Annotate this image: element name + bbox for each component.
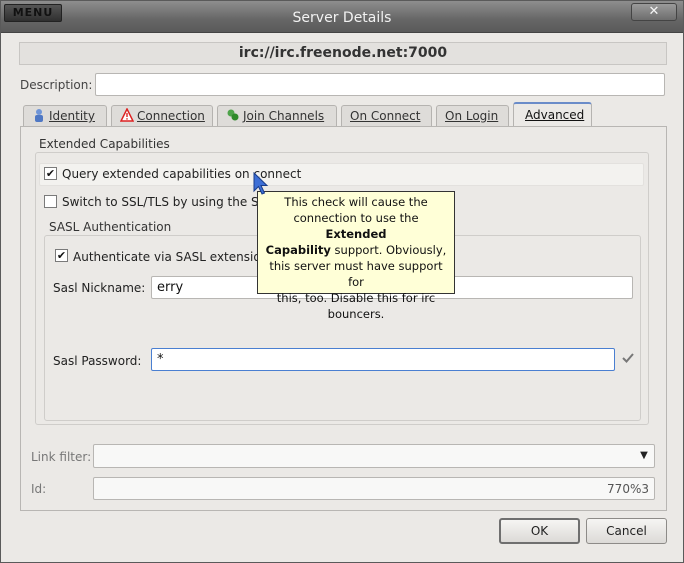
tab-identity[interactable]: Identity (23, 105, 107, 127)
tooltip-line-4: this server must have support for (269, 259, 443, 289)
tooltip-line-6: bouncers. (327, 307, 385, 321)
tab-join-channels[interactable]: Join Channels (217, 105, 337, 127)
description-input[interactable] (95, 73, 665, 96)
id-field: 770%3 (93, 477, 655, 500)
tab-on-login[interactable]: On Login (436, 105, 509, 127)
tab-connection[interactable]: Connection (111, 105, 213, 127)
ok-button[interactable]: OK (499, 518, 580, 544)
server-address-header: irc://irc.freenode.net:7000 (19, 42, 667, 65)
cancel-button[interactable]: Cancel (586, 518, 667, 544)
tooltip-line-1: This check will cause the (284, 195, 428, 209)
tab-connection-label: Connection (137, 109, 205, 123)
query-extended-tooltip: This check will cause the connection to … (257, 191, 455, 321)
join-channels-icon (226, 108, 240, 122)
sasl-password-label: Sasl Password: (53, 354, 142, 368)
tab-on-login-label: On Login (445, 109, 499, 123)
window-title: Server Details (292, 10, 392, 26)
id-label: Id: (31, 482, 47, 496)
tooltip-line-2: connection to use the Extended (262, 210, 450, 242)
ssl-tls-checkbox[interactable] (44, 195, 57, 208)
chevron-down-icon[interactable]: ▼ (634, 445, 654, 467)
link-filter-label: Link filter: (31, 450, 92, 464)
tooltip-line-2-bold: Extended (325, 227, 387, 241)
sasl-auth-label[interactable]: Authenticate via SASL extensio (73, 250, 261, 264)
password-valid-check-icon (621, 351, 635, 365)
sasl-auth-checkbox[interactable]: ✔ (55, 249, 68, 262)
tab-advanced[interactable]: Advanced (513, 102, 592, 128)
sasl-heading: SASL Authentication (49, 220, 172, 234)
tab-join-channels-label: Join Channels (243, 109, 325, 123)
server-details-window: MENU Server Details ✕ irc://irc.freenode… (0, 0, 684, 563)
warning-icon (119, 107, 135, 122)
sasl-nickname-label: Sasl Nickname: (53, 281, 146, 295)
tooltip-line-3-bold: Capability (265, 243, 331, 257)
tab-advanced-label: Advanced (525, 108, 585, 122)
tab-on-connect-label: On Connect (350, 109, 421, 123)
tooltip-line-3-text: support. Obviously, (330, 243, 447, 257)
mouse-pointer-icon (253, 171, 269, 196)
description-label: Description: (20, 78, 93, 92)
tooltip-line-5: this, too. Disable this for irc (276, 291, 436, 305)
tab-identity-label: Identity (49, 109, 95, 123)
tooltip-line-3: Capability support. Obviously, (262, 242, 450, 258)
sasl-password-input[interactable]: * (151, 348, 615, 371)
close-button[interactable]: ✕ (631, 3, 677, 21)
identity-icon (32, 108, 46, 122)
title-bar[interactable]: MENU Server Details ✕ (1, 1, 683, 33)
extended-capabilities-heading: Extended Capabilities (39, 137, 170, 151)
tooltip-line-2-text: connection to use the (293, 211, 419, 225)
query-extended-checkbox[interactable]: ✔ (44, 167, 57, 180)
tab-on-connect[interactable]: On Connect (341, 105, 432, 127)
ssl-tls-label[interactable]: Switch to SSL/TLS by using the S (62, 195, 259, 209)
link-filter-dropdown[interactable]: ▼ (93, 444, 655, 468)
